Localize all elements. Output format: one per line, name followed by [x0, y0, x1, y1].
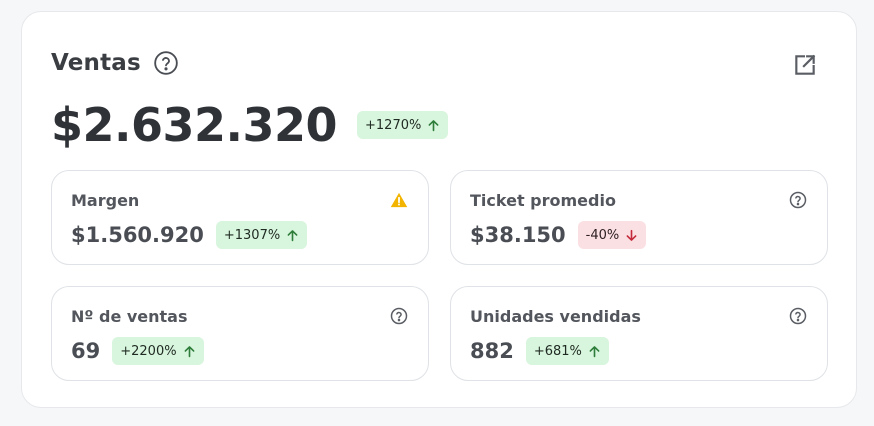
- arrow-up-icon: [286, 229, 299, 242]
- metric-sales-count: Nº de ventas 69 +2200%: [51, 286, 429, 381]
- metric-margin: Margen $1.560.920 +1307%: [51, 170, 429, 265]
- metric-value: 882: [470, 339, 514, 363]
- total-change-text: +1270%: [365, 117, 422, 133]
- help-icon[interactable]: [390, 307, 408, 325]
- warning-icon[interactable]: [390, 191, 408, 209]
- metric-value-row: $38.150 -40%: [470, 221, 647, 249]
- arrow-down-icon: [625, 229, 638, 242]
- change-badge: +1307%: [215, 221, 308, 249]
- open-in-new-icon: [792, 52, 818, 78]
- metric-label: Margen: [71, 191, 140, 210]
- metric-label: Ticket promedio: [470, 191, 616, 210]
- card-title: Ventas: [51, 50, 141, 76]
- change-text: +1307%: [223, 227, 281, 243]
- total-row: $2.632.320 +1270%: [51, 98, 449, 152]
- metric-value-row: $1.560.920 +1307%: [71, 221, 308, 249]
- total-change-badge: +1270%: [357, 111, 449, 139]
- metric-value-row: 69 +2200%: [71, 337, 204, 365]
- metric-avg-ticket: Ticket promedio $38.150 -40%: [450, 170, 828, 265]
- arrow-up-icon: [588, 345, 601, 358]
- arrow-up-icon: [427, 119, 440, 132]
- metric-value: $38.150: [470, 223, 566, 247]
- change-text: +2200%: [120, 343, 177, 359]
- metric-value: 69: [71, 339, 101, 363]
- help-icon[interactable]: [789, 307, 807, 325]
- help-icon[interactable]: [153, 50, 179, 76]
- change-badge: +2200%: [112, 337, 204, 365]
- change-text: -40%: [585, 227, 620, 243]
- metric-label: Nº de ventas: [71, 307, 188, 326]
- metric-value-row: 882 +681%: [470, 337, 609, 365]
- change-text: +681%: [533, 343, 582, 359]
- open-external-button[interactable]: [791, 51, 819, 79]
- metric-label: Unidades vendidas: [470, 307, 641, 326]
- help-icon[interactable]: [789, 191, 807, 209]
- change-badge: -40%: [577, 221, 647, 249]
- arrow-up-icon: [183, 345, 196, 358]
- change-badge: +681%: [525, 337, 609, 365]
- metric-value: $1.560.920: [71, 223, 204, 247]
- total-sales-value: $2.632.320: [51, 98, 338, 152]
- card-header: Ventas: [51, 50, 179, 76]
- metric-units-sold: Unidades vendidas 882 +681%: [450, 286, 828, 381]
- sales-card: Ventas $2.632.320 +1270% Margen $1.560.9…: [21, 11, 857, 408]
